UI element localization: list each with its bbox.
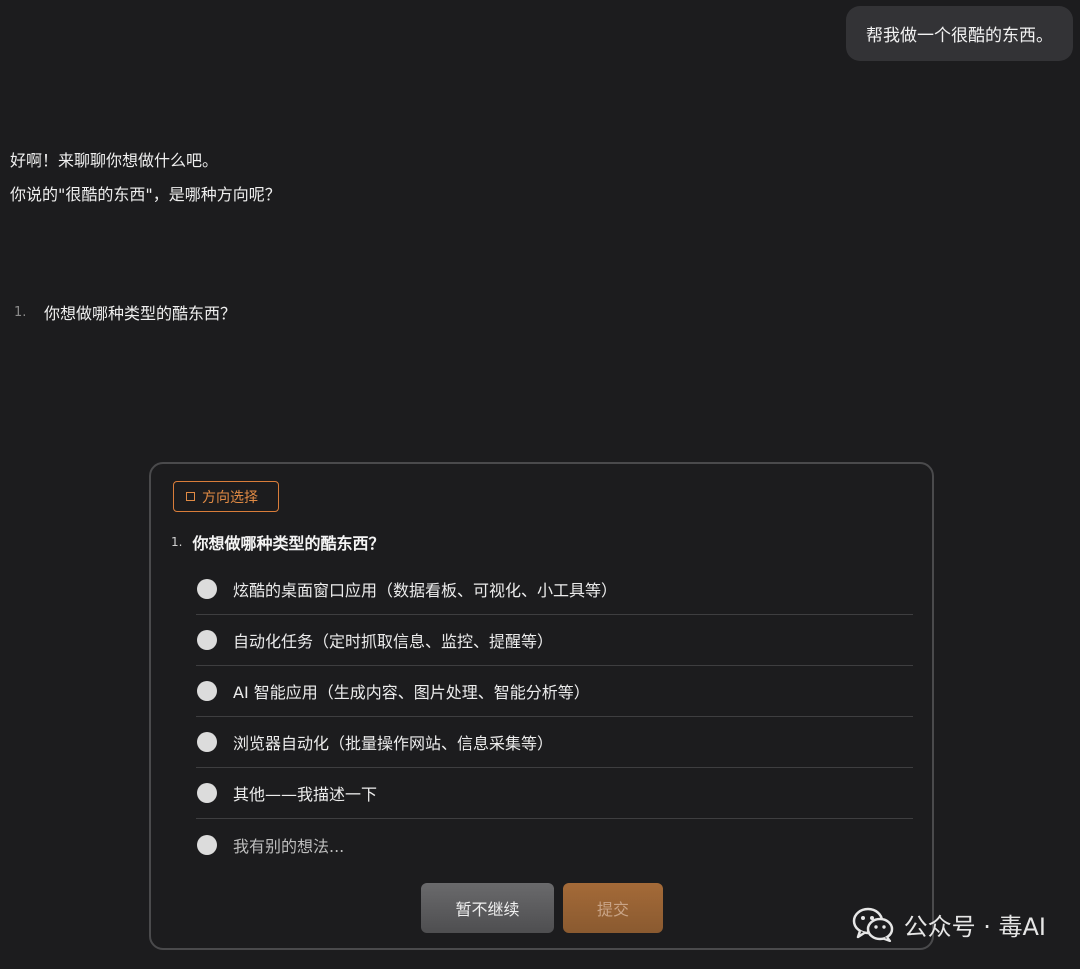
radio-icon[interactable]	[197, 630, 217, 650]
wechat-icon	[852, 907, 893, 942]
option-label: 浏览器自动化（批量操作网站、信息采集等）	[233, 734, 554, 753]
option-automation[interactable]: 自动化任务（定时抓取信息、监控、提醒等）	[196, 615, 913, 666]
radio-icon[interactable]	[197, 681, 217, 701]
list-number: 1.	[14, 304, 27, 320]
user-message-bubble: 帮我做一个很酷的东西。	[846, 6, 1073, 61]
option-label: AI 智能应用（生成内容、图片处理、智能分析等）	[233, 683, 590, 702]
panel-question: 1. 你想做哪种类型的酷东西？	[171, 530, 384, 554]
pause-button[interactable]: 暂不继续	[421, 883, 554, 933]
watermark: 公众号 · 毒AI	[852, 906, 1046, 942]
option-label: 其他——我描述一下	[233, 785, 378, 804]
checkbox-outline-icon	[186, 492, 195, 501]
radio-icon[interactable]	[197, 732, 217, 752]
option-label: 自动化任务（定时抓取信息、监控、提醒等）	[233, 632, 554, 651]
option-list: 炫酷的桌面窗口应用（数据看板、可视化、小工具等） 自动化任务（定时抓取信息、监控…	[196, 564, 913, 870]
direction-tag-label: 方向选择	[202, 489, 258, 506]
submit-button[interactable]: 提交	[563, 883, 663, 933]
choice-panel: 方向选择 1. 你想做哪种类型的酷东西？ 炫酷的桌面窗口应用（数据看板、可视化、…	[149, 462, 934, 950]
assistant-reply-line-1: 好啊！来聊聊你想做什么吧。	[10, 151, 219, 170]
assistant-question-text: 你想做哪种类型的酷东西？	[44, 304, 237, 323]
option-label: 我有别的想法...	[233, 836, 345, 856]
direction-tag: 方向选择	[173, 481, 279, 512]
radio-icon[interactable]	[197, 579, 217, 599]
option-desktop-app[interactable]: 炫酷的桌面窗口应用（数据看板、可视化、小工具等）	[196, 564, 913, 615]
option-other[interactable]: 其他——我描述一下	[196, 768, 913, 819]
option-ai-app[interactable]: AI 智能应用（生成内容、图片处理、智能分析等）	[196, 666, 913, 717]
radio-icon[interactable]	[197, 834, 217, 855]
watermark-text: 公众号 · 毒AI	[903, 912, 1046, 941]
option-label: 炫酷的桌面窗口应用（数据看板、可视化、小工具等）	[233, 581, 618, 600]
radio-icon[interactable]	[197, 783, 217, 803]
panel-question-text: 你想做哪种类型的酷东西？	[192, 534, 385, 553]
panel-question-number: 1.	[171, 535, 183, 549]
option-browser-automation[interactable]: 浏览器自动化（批量操作网站、信息采集等）	[196, 717, 913, 768]
user-message-text: 帮我做一个很酷的东西。	[866, 26, 1053, 46]
assistant-question-list-item: 1. 你想做哪种类型的酷东西？	[14, 300, 236, 324]
option-custom-idea[interactable]: 我有别的想法...	[196, 819, 913, 870]
assistant-reply-line-2: 你说的"很酷的东西"，是哪种方向呢？	[10, 185, 281, 204]
